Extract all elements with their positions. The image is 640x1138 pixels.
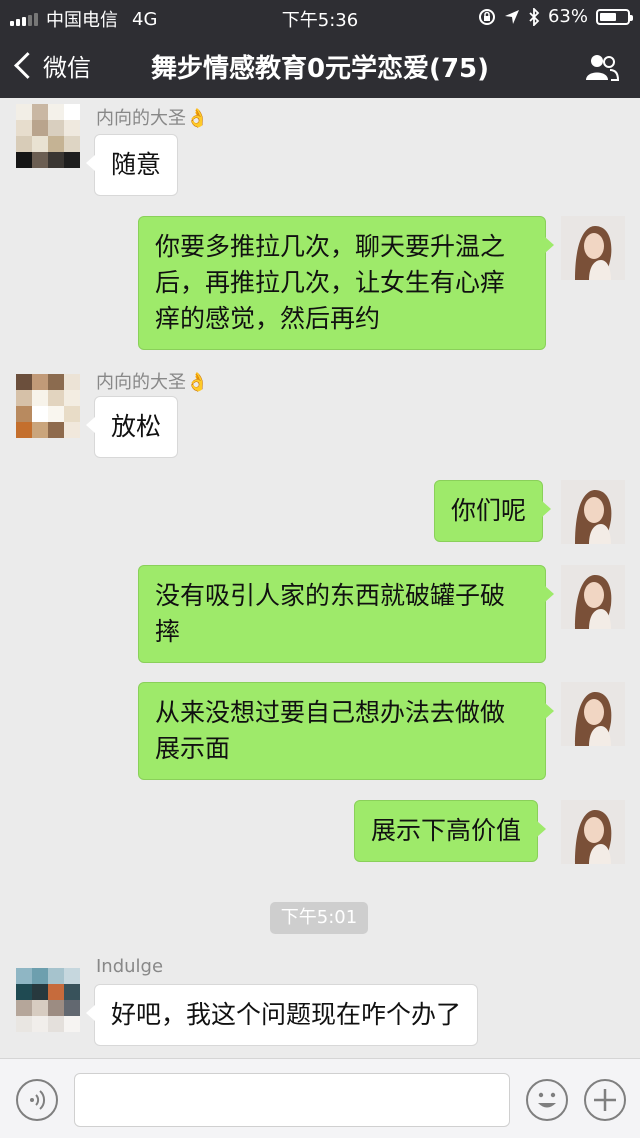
bluetooth-icon bbox=[529, 7, 540, 26]
voice-button[interactable] bbox=[16, 1079, 58, 1121]
group-members-icon[interactable] bbox=[584, 52, 620, 82]
battery-icon bbox=[596, 8, 633, 25]
avatar[interactable] bbox=[561, 565, 625, 629]
chat-area[interactable]: 内向的大圣👌 随意 你要多推拉几次，聊天要升温之后，再推拉几次，让女生有心痒痒的… bbox=[0, 98, 640, 1058]
avatar-photo bbox=[561, 565, 625, 629]
sender-name: 内向的大圣👌 bbox=[96, 372, 209, 393]
message-bubble[interactable]: 从来没想过要自己想办法去做做展示面 bbox=[138, 682, 554, 780]
message-bubble[interactable]: 你要多推拉几次，聊天要升温之后，再推拉几次，让女生有心痒痒的感觉，然后再约 bbox=[138, 216, 554, 350]
avatar[interactable] bbox=[561, 800, 625, 864]
input-bar bbox=[0, 1058, 640, 1138]
voice-icon bbox=[30, 1090, 46, 1110]
avatar[interactable] bbox=[16, 968, 80, 1032]
nav-bar: 微信 舞步情感教育0元学恋爱(75) bbox=[0, 34, 640, 98]
emoji-icon bbox=[538, 1092, 556, 1108]
avatar[interactable] bbox=[16, 374, 80, 438]
message-bubble[interactable]: 你们呢 bbox=[434, 480, 552, 542]
avatar-photo bbox=[561, 800, 625, 864]
battery-percent: 63% bbox=[547, 6, 588, 27]
avatar-photo bbox=[561, 682, 625, 746]
avatar-photo bbox=[561, 480, 625, 544]
sender-name: 内向的大圣👌 bbox=[96, 108, 209, 129]
avatar[interactable] bbox=[561, 682, 625, 746]
status-right: 63% bbox=[478, 6, 633, 27]
message-input[interactable] bbox=[74, 1073, 510, 1127]
sender-name: Indulge bbox=[96, 956, 164, 977]
message-bubble[interactable]: 没有吸引人家的东西就破罐子破摔 bbox=[138, 565, 554, 663]
status-bar: 中国电信 4G 下午5:36 63% bbox=[0, 0, 640, 34]
plus-icon bbox=[594, 1089, 616, 1111]
avatar-photo bbox=[561, 216, 625, 280]
avatar[interactable] bbox=[561, 480, 625, 544]
plus-button[interactable] bbox=[584, 1079, 626, 1121]
message-bubble[interactable]: 展示下高价值 bbox=[354, 800, 547, 862]
location-icon bbox=[504, 9, 519, 24]
message-bubble[interactable]: 随意 bbox=[85, 134, 179, 196]
rotation-lock-icon bbox=[478, 8, 495, 25]
timestamp: 下午5:01 bbox=[270, 902, 368, 934]
avatar[interactable] bbox=[561, 216, 625, 280]
message-bubble[interactable]: 放松 bbox=[85, 396, 179, 458]
emoji-button[interactable] bbox=[526, 1079, 568, 1121]
chat-title: 舞步情感教育0元学恋爱(75) bbox=[150, 54, 490, 84]
message-bubble[interactable]: 好吧，我这个问题现在咋个办了 bbox=[85, 984, 479, 1046]
avatar[interactable] bbox=[16, 104, 80, 168]
